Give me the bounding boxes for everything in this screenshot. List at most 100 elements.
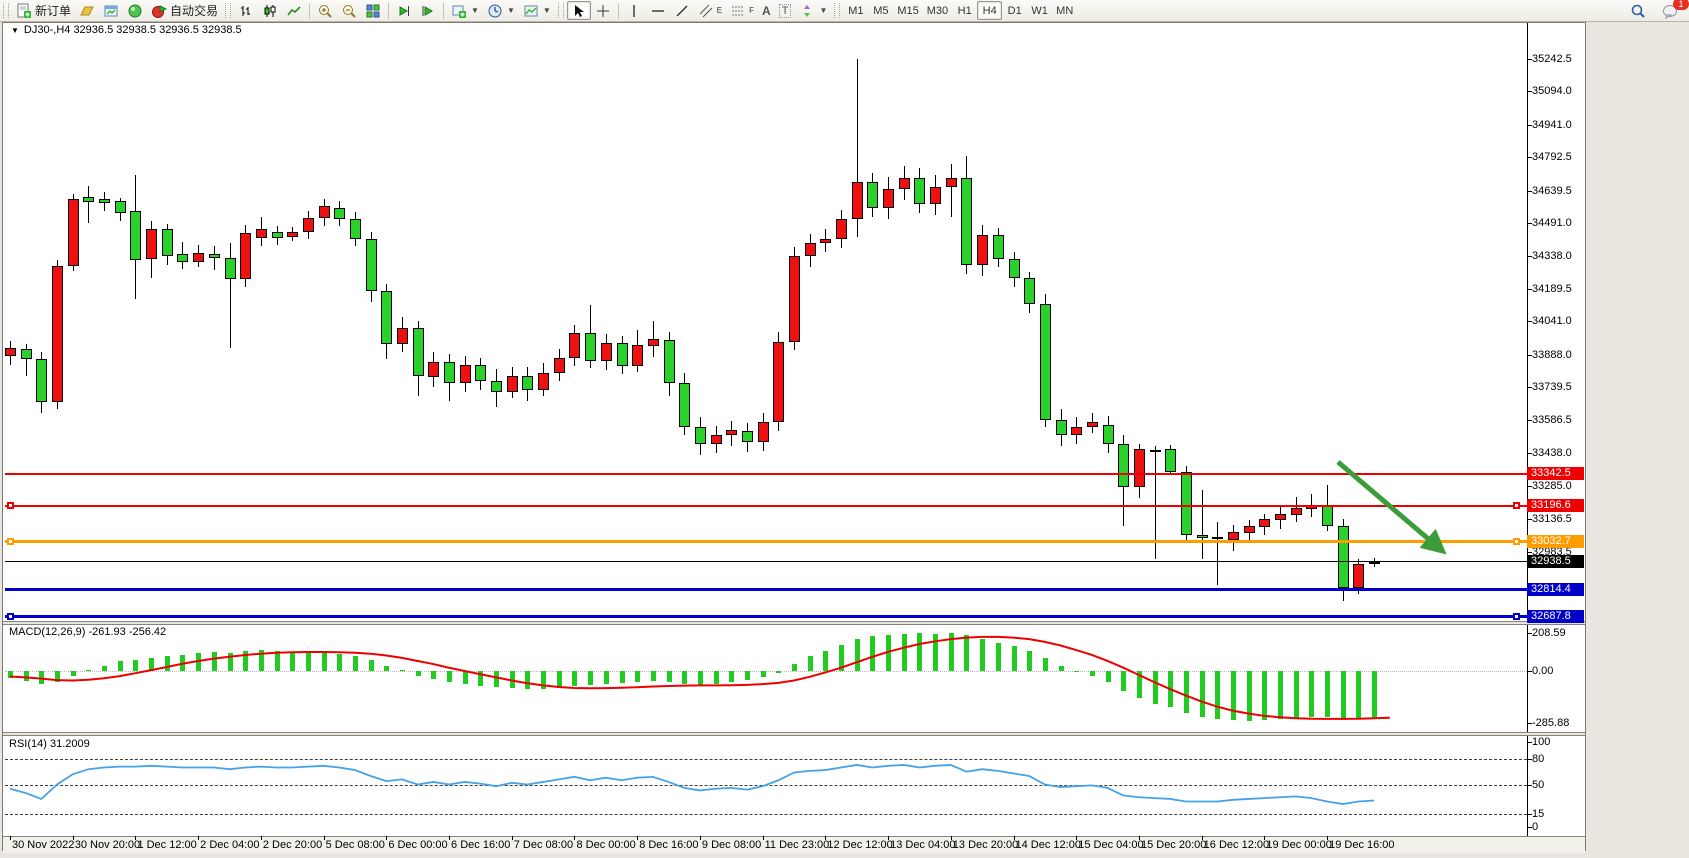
tile-windows-button[interactable] [361, 1, 385, 20]
price-axis-tick [1527, 355, 1532, 356]
price-axis-tick-label: 34189.5 [1532, 283, 1572, 295]
market-watch-button[interactable] [123, 1, 147, 20]
auto-scroll-icon [396, 3, 412, 19]
crosshair-tool-button[interactable] [591, 1, 615, 20]
label-tool-button[interactable]: T [775, 1, 796, 20]
price-axis-tick-label: 34041.0 [1532, 315, 1572, 327]
notifications-button[interactable]: 1 [1658, 1, 1683, 20]
new-order-icon [16, 3, 32, 19]
time-axis-tick [135, 836, 136, 840]
time-axis-tick [951, 836, 952, 840]
price-axis-tick-label: 34792.5 [1532, 151, 1572, 163]
panel-splitter[interactable] [3, 732, 1585, 736]
cursor-tool-button[interactable] [567, 1, 591, 20]
price-axis-badge: 33032.7 [1527, 535, 1584, 548]
rsi-axis-tick-label: 50 [1532, 779, 1544, 791]
new-chart-icon [451, 3, 467, 19]
toolbar-grip[interactable] [3, 3, 9, 18]
templates-button[interactable]: ▼ [519, 1, 555, 20]
text-tool-button[interactable]: A [758, 1, 775, 20]
chart-shift-button[interactable] [416, 1, 440, 20]
trend-arrow-annotation[interactable] [1331, 456, 1471, 566]
time-axis-label: 16 Dec 12:00 [1204, 839, 1269, 851]
trendline-icon [674, 3, 690, 19]
toolbar-grip[interactable] [834, 3, 840, 18]
zoom-out-button[interactable] [337, 1, 361, 20]
charts-icon [103, 3, 119, 19]
rsi-line [3, 23, 1527, 852]
zoom-out-icon [341, 3, 357, 19]
search-button[interactable] [1626, 1, 1650, 20]
chart-shift-icon [420, 3, 436, 19]
charts-button[interactable] [99, 1, 123, 20]
new-order-button[interactable]: 新订单 [12, 1, 75, 20]
panel-splitter[interactable] [3, 621, 1585, 625]
timeframe-m1[interactable]: M1 [843, 1, 868, 20]
price-axis-tick-label: 34491.0 [1532, 217, 1572, 229]
fibonacci-tool-button[interactable]: F [726, 1, 758, 20]
auto-trading-icon [151, 3, 167, 19]
collapse-caret-icon[interactable]: ▼ [11, 26, 19, 35]
price-axis-tick-label: 34639.5 [1532, 185, 1572, 197]
timeframe-m30[interactable]: M30 [923, 1, 952, 20]
time-axis-tick [73, 836, 74, 840]
price-axis-tick [1527, 321, 1532, 322]
time-axis-tick [261, 836, 262, 840]
chevron-down-icon: ▼ [507, 6, 515, 15]
macd-axis-tick [1527, 671, 1532, 672]
timeframe-mn[interactable]: MN [1052, 1, 1077, 20]
market-watch-icon [127, 3, 143, 19]
macd-axis-tick [1527, 723, 1532, 724]
time-axis-label: 30 Nov 20:00 [75, 839, 140, 851]
timeframe-h1[interactable]: H1 [952, 1, 977, 20]
macd-label: MACD(12,26,9) -261.93 -256.42 [9, 626, 166, 638]
candle-chart-mode-button[interactable] [258, 1, 282, 20]
price-axis-tick-label: 35242.5 [1532, 53, 1572, 65]
time-axis-label: 30 Nov 2022 [12, 839, 74, 851]
price-axis-badge: 32687.8 [1527, 610, 1584, 623]
time-axis-label: 15 Dec 20:00 [1141, 839, 1206, 851]
price-axis-tick [1527, 420, 1532, 421]
price-axis-border [1527, 23, 1528, 836]
channel-tool-button[interactable]: E [694, 1, 726, 20]
bar-chart-mode-button[interactable] [234, 1, 258, 20]
auto-scroll-button[interactable] [392, 1, 416, 20]
timeframe-m5[interactable]: M5 [868, 1, 893, 20]
time-axis-tick [888, 836, 889, 840]
trendline-tool-button[interactable] [670, 1, 694, 20]
arrows-tool-button[interactable]: ▼ [795, 1, 831, 20]
time-axis-tick [1202, 836, 1203, 840]
vertical-line-tool-button[interactable] [622, 1, 646, 20]
timeframe-d1[interactable]: D1 [1002, 1, 1027, 20]
time-axis-label: 2 Dec 04:00 [200, 839, 259, 851]
time-axis-label: 6 Dec 16:00 [451, 839, 510, 851]
price-axis-tick [1527, 157, 1532, 158]
price-axis-tick-label: 35094.0 [1532, 85, 1572, 97]
price-axis-tick [1527, 552, 1532, 553]
chevron-down-icon: ▼ [543, 6, 551, 15]
zoom-in-button[interactable] [313, 1, 337, 20]
new-order-label: 新订单 [35, 2, 71, 19]
chevron-down-icon: ▼ [819, 6, 827, 15]
price-axis-badge: 33196.6 [1527, 499, 1584, 512]
rsi-axis-tick [1527, 814, 1532, 815]
price-axis-tick [1527, 453, 1532, 454]
time-axis-tick [449, 836, 450, 840]
timeframe-h4[interactable]: H4 [977, 1, 1002, 20]
horizontal-line-tool-button[interactable] [646, 1, 670, 20]
new-chart-button[interactable]: ▼ [447, 1, 483, 20]
timeframe-w1[interactable]: W1 [1027, 1, 1052, 20]
line-chart-mode-button[interactable] [282, 1, 306, 20]
time-axis-tick [10, 836, 11, 840]
profile-button[interactable] [75, 1, 99, 20]
rsi-axis-tick [1527, 759, 1532, 760]
auto-trading-button[interactable]: 自动交易 [147, 1, 222, 20]
toolbar-grip[interactable] [558, 3, 564, 18]
time-axis-label: 13 Dec 04:00 [890, 839, 955, 851]
chart-window[interactable]: ▼DJ30-,H4 32936.5 32938.5 32936.5 32938.… [2, 22, 1586, 851]
price-axis-tick-label: 33739.5 [1532, 381, 1572, 393]
timeframe-m15[interactable]: M15 [893, 1, 922, 20]
toolbar-grip[interactable] [225, 3, 231, 18]
fibonacci-tag: F [749, 6, 754, 15]
periods-button[interactable]: ▼ [483, 1, 519, 20]
